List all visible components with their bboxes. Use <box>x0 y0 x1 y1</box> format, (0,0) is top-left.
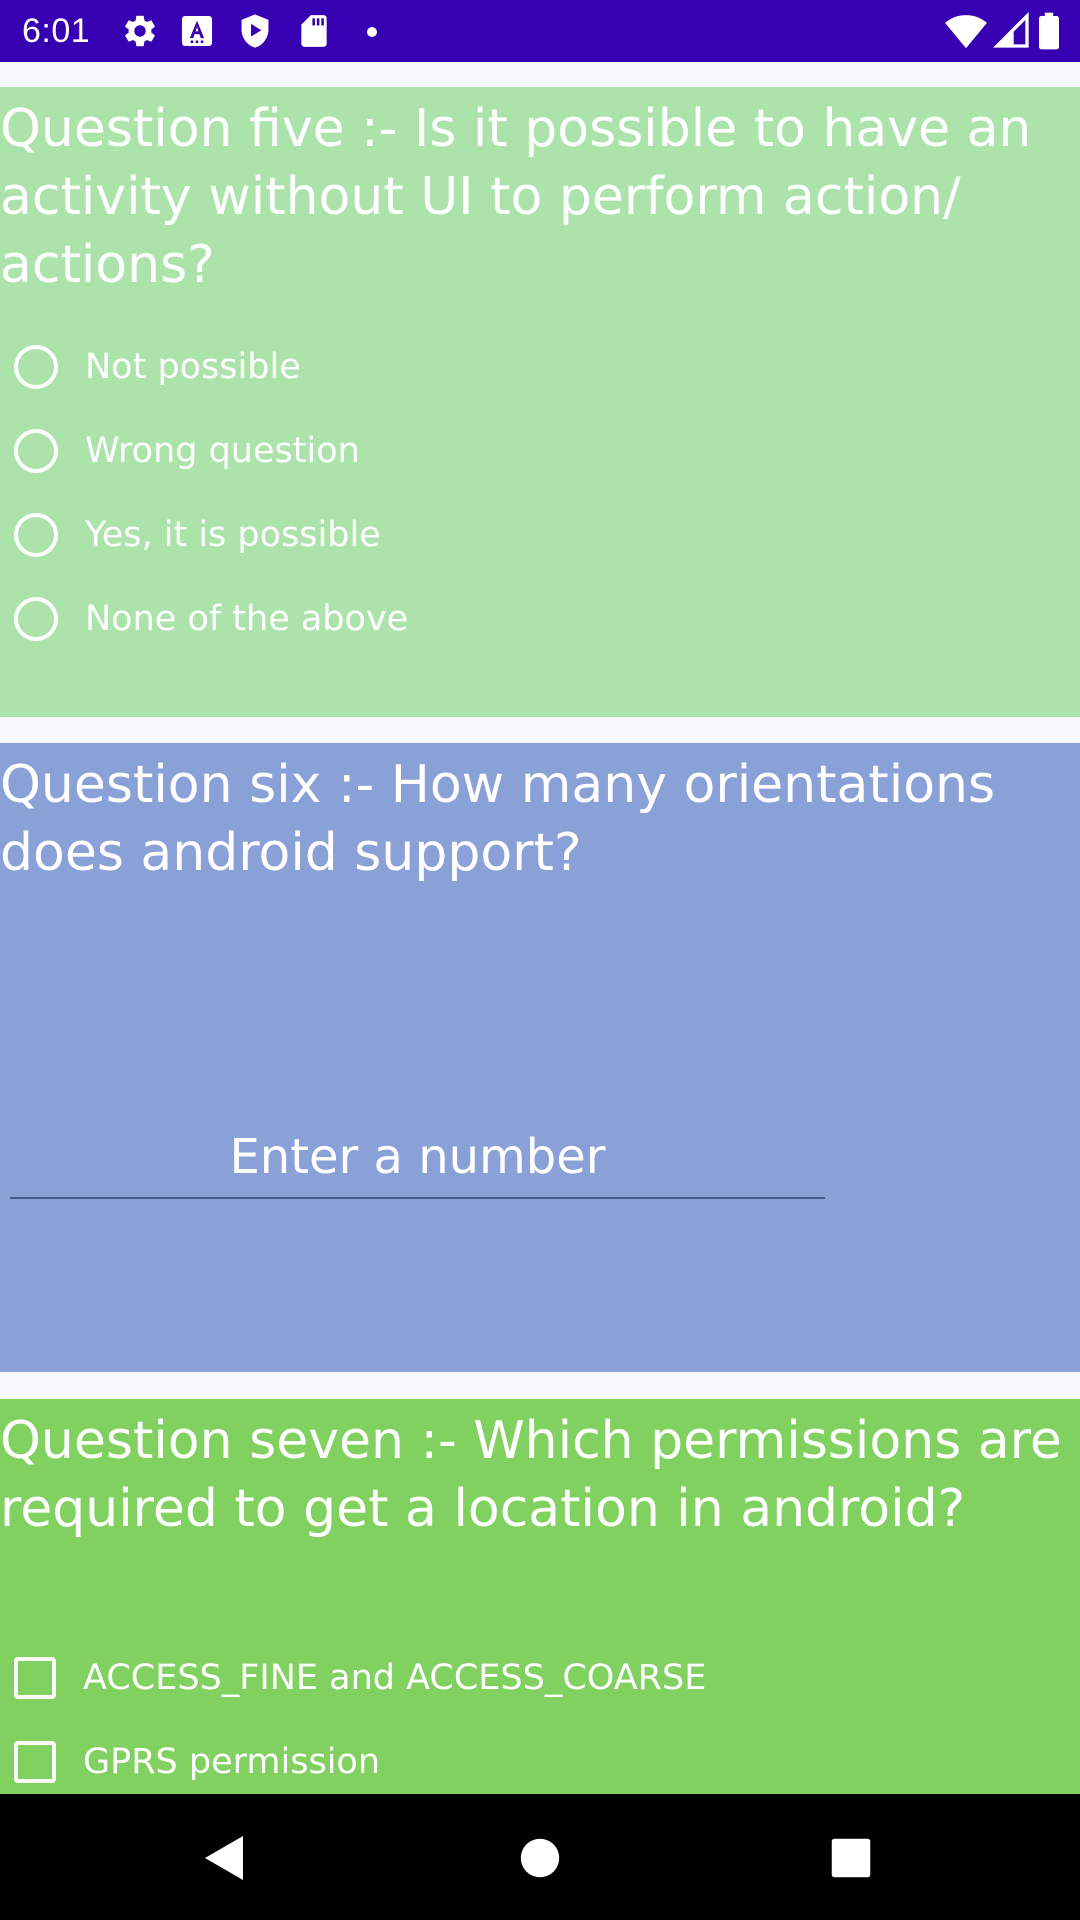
question-six-card: Question six :- How many orientations do… <box>0 743 1080 1372</box>
question-seven-text: Question seven :- Which permissions are … <box>0 1411 1062 1539</box>
sd-card-icon <box>301 15 327 47</box>
home-icon <box>520 1838 560 1878</box>
battery-icon <box>1039 12 1059 50</box>
q5-option-yes-possible[interactable]: Yes, it is possible <box>14 505 381 565</box>
app-screen: 6:01 Question five:- Is it possible to … <box>0 0 1080 1920</box>
back-button[interactable] <box>198 1831 252 1885</box>
checkbox[interactable] <box>14 1657 56 1699</box>
option-label: ACCESS_FINE and ACCESS_COARSE <box>83 1658 707 1698</box>
status-time: 6:01 <box>22 12 91 50</box>
recents-icon <box>831 1838 871 1878</box>
recents-button[interactable] <box>824 1831 878 1885</box>
q5-option-none-of-above[interactable]: None of the above <box>14 589 408 649</box>
q5-option-not-possible[interactable]: Not possible <box>14 337 301 397</box>
wifi-icon <box>945 15 987 49</box>
shield-play-icon <box>241 14 269 48</box>
quiz-content[interactable]: Question five :- Is it possible to have … <box>0 62 1080 1794</box>
back-icon <box>205 1836 243 1880</box>
q5-option-wrong-question[interactable]: Wrong question <box>14 421 360 481</box>
option-label: Yes, it is possible <box>85 515 381 555</box>
question-six-text: Question six :- How many orientations do… <box>0 755 996 883</box>
radio-button[interactable] <box>14 429 58 473</box>
gear-icon <box>125 15 155 47</box>
radio-button[interactable] <box>14 597 58 641</box>
question-five-card: Question five :- Is it possible to have … <box>0 87 1080 717</box>
home-button[interactable] <box>513 1831 567 1885</box>
radio-button[interactable] <box>14 345 58 389</box>
radio-button[interactable] <box>14 513 58 557</box>
option-label: GPRS permission <box>83 1742 381 1782</box>
option-label: None of the above <box>85 599 409 639</box>
font-a-icon <box>181 15 213 47</box>
notification-dot <box>367 27 377 37</box>
q7-option-access-fine-coarse[interactable]: ACCESS_FINE and ACCESS_COARSE <box>14 1648 706 1708</box>
question-five-text: Question five :- Is it possible to have … <box>0 99 1032 295</box>
option-label: Not possible <box>85 347 301 387</box>
status-bar: 6:01 <box>0 0 1080 62</box>
q7-option-gprs-permission[interactable]: GPRS permission <box>14 1732 380 1792</box>
navigation-bar <box>0 1794 1080 1920</box>
signal-icon <box>992 11 1029 48</box>
checkbox[interactable] <box>14 1741 56 1783</box>
number-input[interactable] <box>10 1117 825 1199</box>
question-seven-card: Question seven :- Which permissions are … <box>0 1399 1080 1794</box>
option-label: Wrong question <box>85 431 360 471</box>
